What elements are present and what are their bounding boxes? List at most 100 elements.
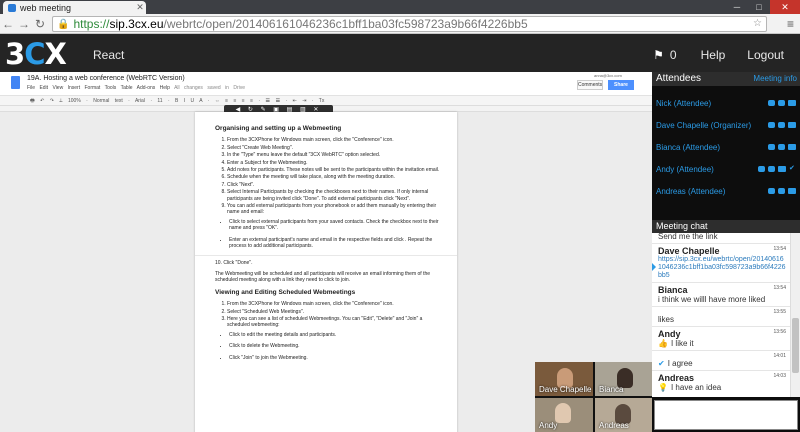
chat-scroll-thumb[interactable] <box>792 318 799 373</box>
chat-link[interactable]: https://sip.3cx.eu/webrtc/open/201406161… <box>658 256 786 280</box>
camera-icon[interactable] <box>788 188 796 194</box>
video-name: Dave Chapelle <box>539 385 592 394</box>
attendee-controls: ✔ <box>758 164 800 173</box>
app-title: React <box>93 48 125 62</box>
bullet-item: Enter an external participant's name and… <box>229 237 443 250</box>
mic-icon[interactable] <box>778 100 785 106</box>
doc-title: 19A. Hosting a web conference (WebRTC Ve… <box>27 75 185 82</box>
steps-list-2: From the 3CXPhone for Windows main scree… <box>215 301 443 329</box>
chat-message-header: Andy 13:56 <box>658 329 786 339</box>
chat-message-header: Andreas 14:03 <box>658 373 786 383</box>
chat-author: Dave Chapelle <box>658 246 720 256</box>
doc-page: Organising and setting up a Webmeeting F… <box>195 112 457 432</box>
lock-icon: 🔒 <box>57 18 70 30</box>
step-item: From the 3CXPhone for Windows main scree… <box>227 301 443 307</box>
browser-menu-icon[interactable]: ≡ <box>787 17 794 31</box>
chat-author: Andreas <box>658 373 695 383</box>
check-icon: ✔ <box>658 359 665 368</box>
chat-text: 💡 I have an idea <box>658 383 786 392</box>
doc-header: 19A. Hosting a web conference (WebRTC Ve… <box>0 72 652 96</box>
reload-icon[interactable]: ↻ <box>32 17 48 31</box>
chat-message: Andreas 14:03 💡 I have an idea <box>652 370 800 394</box>
mic-icon[interactable] <box>778 122 785 128</box>
chat-message: Bianca 13:54 i think we willl have more li… <box>652 282 800 306</box>
attendee-controls <box>768 122 800 128</box>
chat-time: 13:54 <box>773 246 786 252</box>
flag-count: 0 <box>669 48 677 62</box>
browser-navbar: ← → ↻ 🔒 https://sip.3cx.eu/webrtc/open/2… <box>0 14 800 34</box>
favicon-icon <box>8 3 16 12</box>
close-tab-icon[interactable]: ✕ <box>134 2 146 13</box>
person-icon[interactable] <box>768 122 775 128</box>
step-item: Here you can see a list of scheduled Web… <box>227 316 443 329</box>
chat-time: 14:01 <box>773 353 786 359</box>
mic-icon[interactable] <box>778 144 785 150</box>
app-header: 3CX React ⚑ 0 Help Logout <box>0 34 800 72</box>
person-icon[interactable] <box>768 144 775 150</box>
flag-button[interactable]: ⚑ 0 <box>653 48 676 62</box>
chat-input[interactable] <box>654 400 798 430</box>
attendee-row[interactable]: Dave Chapelle (Organizer) <box>652 114 800 136</box>
attendee-row[interactable]: Bianca (Attendee) <box>652 136 800 158</box>
person-icon[interactable] <box>768 100 775 106</box>
attendees-header: Attendees Meeting info <box>652 72 800 86</box>
step-item: Select "Create Web Meeting". <box>227 145 443 151</box>
meeting-info-link[interactable]: Meeting info <box>753 72 797 86</box>
chat-message: 13:55 likes <box>652 306 800 326</box>
camera-icon[interactable] <box>788 122 796 128</box>
chat-message: Dave Chapelle 13:54 https://sip.3cx.eu/web… <box>652 243 800 282</box>
address-bar[interactable]: 🔒 https://sip.3cx.eu/webrtc/open/2014061… <box>52 16 767 32</box>
forward-icon[interactable]: → <box>16 17 32 31</box>
video-name: Andy <box>539 421 558 430</box>
help-link[interactable]: Help <box>701 48 726 62</box>
comments-button[interactable]: Comments <box>577 80 603 90</box>
mic-icon[interactable] <box>778 188 785 194</box>
doc-user-email: anna@3cx.com <box>594 73 622 78</box>
attendee-row[interactable]: Andy (Attendee) ✔ <box>652 158 800 180</box>
mic-icon[interactable] <box>768 165 775 172</box>
video-tile[interactable]: Dave Chapelle <box>535 362 593 396</box>
maximize-icon[interactable]: □ <box>748 0 770 14</box>
minimize-icon[interactable]: ─ <box>726 0 748 14</box>
bullet-list-1: Click to select external participants fr… <box>215 219 443 250</box>
chat-body-text: I agree <box>667 359 693 368</box>
bookmark-star-icon[interactable]: ☆ <box>753 18 762 29</box>
step-item: In the "Type" menu leave the default "3C… <box>227 152 443 158</box>
chat-scrollbar[interactable] <box>790 233 800 397</box>
step-item: Select "Scheduled Web Meetings". <box>227 309 443 315</box>
video-tile[interactable]: Andreas <box>595 398 653 432</box>
chat-author: Bianca <box>658 285 688 295</box>
bullet-item: Click to select external participants fr… <box>229 219 443 232</box>
bullet-item: Click to edit the meeting details and pa… <box>229 332 443 338</box>
step-item: From the 3CXPhone for Windows main scree… <box>227 137 443 143</box>
video-tile[interactable]: Andy <box>535 398 593 432</box>
person-icon[interactable] <box>768 188 775 194</box>
chat-time: 14:03 <box>773 373 786 379</box>
window-close-icon[interactable]: ✕ <box>770 0 800 14</box>
attendee-row[interactable]: Nick (Attendee) <box>652 92 800 114</box>
logout-link[interactable]: Logout <box>747 48 784 62</box>
chat-text: likes <box>658 315 786 324</box>
chat-message-header: Bianca 13:54 <box>658 285 786 295</box>
back-icon[interactable]: ← <box>0 17 16 31</box>
chat-messages[interactable]: Send me the link Dave Chapelle 13:54 https… <box>652 233 800 397</box>
share-button[interactable]: Share <box>608 80 634 90</box>
video-grid: Dave Chapelle Bianca Andy Andreas <box>535 362 654 432</box>
3cx-logo: 3CX <box>5 37 67 71</box>
video-name: Andreas <box>599 421 629 430</box>
camera-icon[interactable] <box>788 144 796 150</box>
chat-author: Andy <box>658 329 681 339</box>
thumbs-up-icon: 👍 <box>658 339 668 348</box>
attendee-list: Nick (Attendee) Dave Chapelle (Organizer)… <box>652 86 800 202</box>
camera-icon[interactable] <box>788 100 796 106</box>
camera-icon[interactable] <box>778 165 786 172</box>
attendee-controls <box>768 188 800 194</box>
video-tile[interactable]: Bianca <box>595 362 653 396</box>
docs-icon <box>11 76 20 89</box>
person-icon[interactable] <box>758 165 765 172</box>
browser-tab[interactable]: web meeting ✕ <box>3 1 146 14</box>
attendee-name: Nick (Attendee) <box>656 98 712 108</box>
check-icon: ✔ <box>789 164 795 172</box>
attendee-row[interactable]: Andreas (Attendee) <box>652 180 800 202</box>
chat-message: Andy 13:56 👍 I like it <box>652 326 800 350</box>
